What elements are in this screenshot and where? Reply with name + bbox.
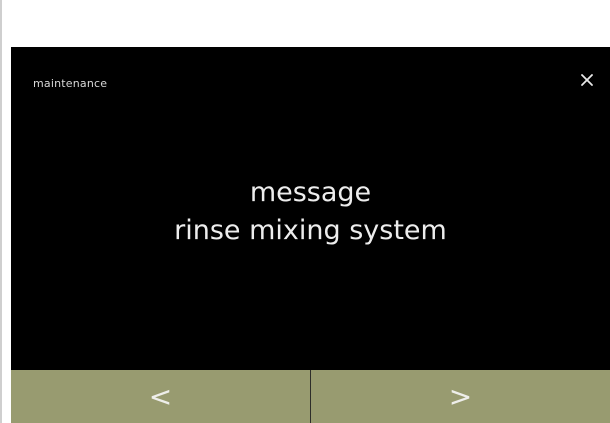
chevron-left-icon: <	[148, 380, 173, 413]
message-text: message rinse mixing system	[11, 174, 610, 250]
message-heading: message	[249, 177, 372, 208]
frame-edge	[0, 0, 2, 423]
close-button[interactable]	[572, 65, 602, 95]
close-icon	[581, 74, 593, 86]
page-title: maintenance	[33, 77, 108, 90]
previous-button[interactable]: <	[11, 370, 311, 423]
next-button[interactable]: >	[311, 370, 610, 423]
chevron-right-icon: >	[448, 380, 473, 413]
message-body: rinse mixing system	[174, 215, 447, 246]
maintenance-screen: maintenance message rinse mixing system	[11, 47, 610, 370]
navigation-bar: < >	[11, 370, 610, 423]
